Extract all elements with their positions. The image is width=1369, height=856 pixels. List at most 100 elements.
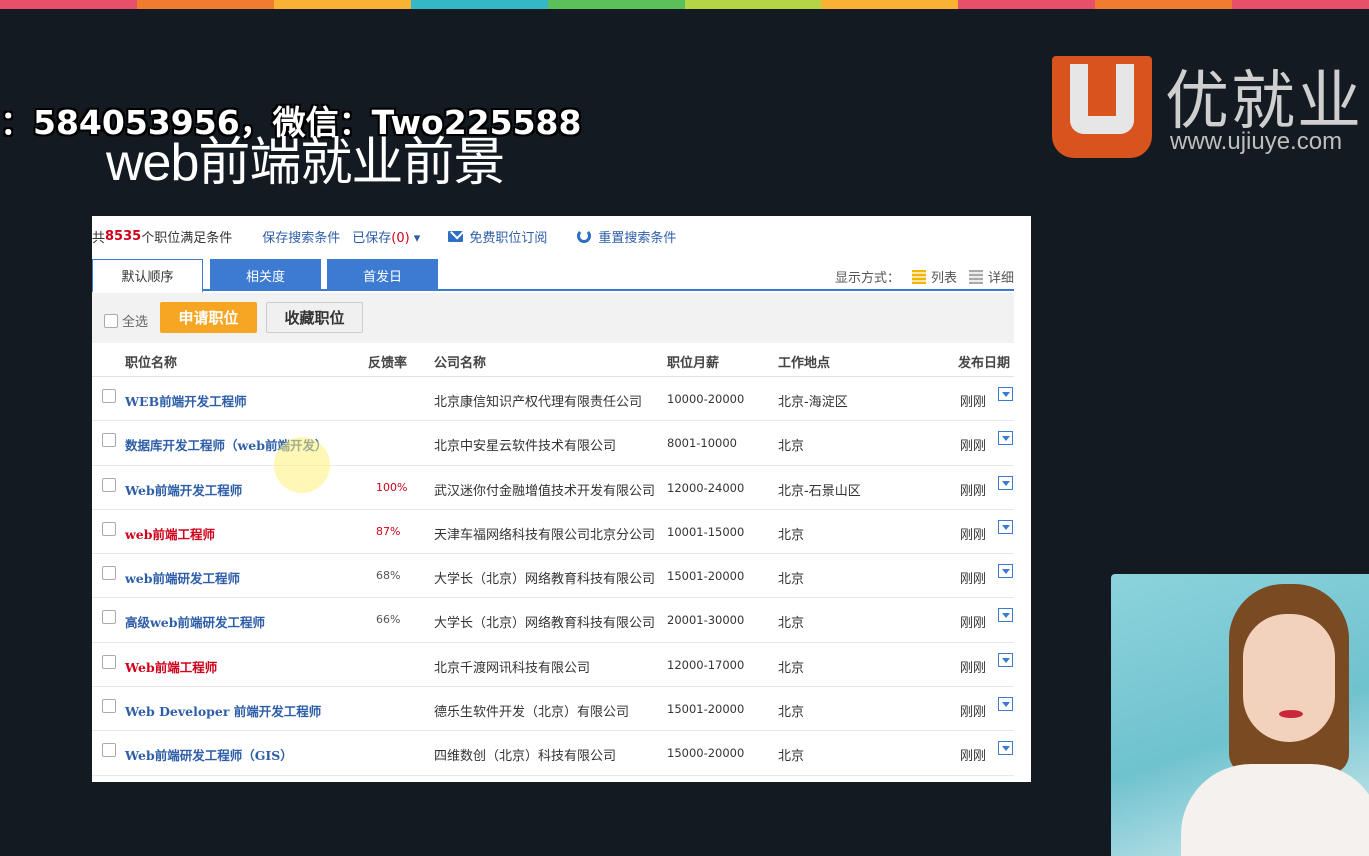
saved-label: 已保存: [352, 230, 392, 246]
row-checkbox[interactable]: [102, 699, 116, 714]
row-checkbox[interactable]: [102, 477, 116, 492]
col-date: 发布日期: [958, 356, 1011, 371]
job-title-link[interactable]: 高级web前端研发工程师: [125, 612, 265, 631]
publish-date: 刚刚: [960, 439, 987, 455]
job-title-link[interactable]: WEB前端开发工程师: [125, 391, 247, 410]
col-title: 职位名称: [125, 356, 178, 371]
row-expand-icon[interactable]: [998, 608, 1013, 623]
row-checkbox[interactable]: [102, 743, 116, 758]
company-name[interactable]: 武汉迷你付金融增值技术开发有限公司: [434, 480, 655, 499]
table-row: Web Developer 前端开发工程师 德乐生软件开发（北京）有限公司 1500…: [92, 687, 1014, 732]
row-expand-icon[interactable]: [998, 697, 1013, 712]
location: 北京: [778, 616, 805, 632]
salary: 12000-24000: [667, 480, 745, 495]
row-expand-icon[interactable]: [998, 475, 1013, 490]
mouse-cursor-highlight: [274, 437, 330, 493]
list-view-option[interactable]: 列表: [931, 267, 957, 286]
row-expand-icon[interactable]: [998, 387, 1013, 401]
table-row: 数据库开发工程师（web前端开发） 北京中安星云软件技术有限公司 8001-1000…: [92, 421, 1014, 466]
strip-segment: [1095, 0, 1233, 9]
job-title-link[interactable]: web前端工程师: [125, 524, 215, 543]
slide-title: web前端就业前景: [106, 134, 505, 192]
location: 北京: [778, 572, 805, 588]
table-row: web前端工程师 87% 天津车福网络科技有限公司北京分公司 10001-15000 北…: [92, 510, 1014, 555]
location: 北京: [778, 660, 805, 676]
salary: 15000-20000: [667, 746, 745, 761]
save-search-link[interactable]: 保存搜索条件: [262, 227, 340, 246]
display-mode-label: 显示方式：: [834, 271, 900, 286]
row-expand-icon[interactable]: [998, 431, 1013, 446]
row-expand-icon[interactable]: [998, 741, 1013, 756]
list-view-icon[interactable]: [911, 269, 926, 284]
tab-publish-date[interactable]: 首发日: [327, 259, 438, 291]
tab-relevance[interactable]: 相关度: [210, 259, 321, 291]
presenter-webcam: [1111, 574, 1369, 856]
select-all-checkbox[interactable]: 全选: [104, 311, 148, 330]
select-all-label: 全选: [122, 315, 149, 330]
location: 北京: [778, 439, 805, 455]
company-name[interactable]: 四维数创（北京）科技有限公司: [434, 745, 616, 764]
row-checkbox[interactable]: [102, 433, 116, 448]
favorite-button[interactable]: 收藏职位: [266, 302, 363, 333]
row-checkbox[interactable]: [102, 521, 116, 536]
row-expand-icon[interactable]: [998, 564, 1013, 579]
detail-view-icon[interactable]: [968, 269, 983, 284]
action-bar: 全选 申请职位 收藏职位: [92, 293, 1014, 343]
reset-search-link[interactable]: 重置搜索条件: [567, 227, 676, 246]
apply-button[interactable]: 申请职位: [160, 302, 257, 333]
job-title-link[interactable]: web前端研发工程师: [125, 568, 240, 587]
table-row: Web前端开发工程师 100% 武汉迷你付金融增值技术开发有限公司 12000-240…: [92, 466, 1014, 510]
location: 北京-石景山区: [778, 483, 861, 499]
brand-url: www.ujiuye.com: [1170, 128, 1343, 155]
saved-searches-dropdown[interactable]: 已保存(0) ▾: [352, 227, 420, 246]
checkbox[interactable]: [104, 313, 118, 328]
company-name[interactable]: 北京中安星云软件技术有限公司: [434, 435, 616, 454]
row-expand-icon[interactable]: [998, 519, 1013, 534]
col-company: 公司名称: [434, 356, 487, 371]
job-search-panel: 共 8535 个职位满足条件 保存搜索条件 已保存(0) ▾ 免费职位订阅 重置…: [92, 216, 1031, 782]
row-checkbox[interactable]: [102, 610, 116, 625]
location: 北京: [778, 705, 805, 721]
detail-view-option[interactable]: 详细: [988, 267, 1014, 286]
location: 北京-海淀区: [778, 395, 848, 410]
table-row: Web前端研发工程师（GIS） 四维数创（北京）科技有限公司 15000-20000…: [92, 731, 1014, 776]
company-name[interactable]: 德乐生软件开发（北京）有限公司: [434, 701, 629, 720]
row-expand-icon[interactable]: [998, 652, 1013, 667]
caret-down-icon: ▾: [409, 230, 421, 246]
publish-date: 刚刚: [960, 483, 987, 499]
subscribe-link[interactable]: 免费职位订阅: [448, 227, 547, 246]
salary: 10000-20000: [667, 392, 745, 406]
tab-default-order[interactable]: 默认顺序: [92, 259, 203, 293]
feedback-rate: 68%: [376, 569, 401, 583]
feedback-rate: 100%: [376, 480, 408, 494]
col-location: 工作地点: [778, 356, 831, 371]
table-row: 高级web前端研发工程师 66% 大学长（北京）网络教育科技有限公司 20001-30…: [92, 598, 1014, 643]
publish-date: 刚刚: [960, 705, 987, 721]
strip-segment: [410, 0, 548, 9]
summary-suffix: 个职位满足条件: [141, 230, 233, 246]
salary: 15001-20000: [667, 569, 745, 584]
company-name[interactable]: 天津车福网络科技有限公司北京分公司: [434, 524, 655, 543]
job-title-link[interactable]: Web前端开发工程师: [125, 480, 242, 499]
display-mode: 显示方式： 列表 详细: [835, 267, 1014, 286]
job-title-link[interactable]: Web前端工程师: [125, 657, 217, 676]
company-name[interactable]: 北京康信知识产权代理有限责任公司: [434, 391, 642, 410]
brand-logo-icon: [1052, 56, 1152, 158]
strip-segment: [136, 0, 274, 9]
company-name[interactable]: 大学长（北京）网络教育科技有限公司: [434, 612, 655, 631]
company-name[interactable]: 大学长（北京）网络教育科技有限公司: [434, 568, 655, 587]
search-summary: 共 8535 个职位满足条件 保存搜索条件 已保存(0) ▾ 免费职位订阅 重置…: [92, 226, 676, 246]
table-row: Web前端工程师 北京千渡网讯科技有限公司 12000-17000 北京 刚刚: [92, 643, 1014, 688]
row-checkbox[interactable]: [102, 566, 116, 581]
company-name[interactable]: 北京千渡网讯科技有限公司: [434, 657, 590, 676]
table-row: WEB前端开发工程师 北京康信知识产权代理有限责任公司 10000-20000 北京-…: [92, 377, 1014, 422]
salary: 20001-30000: [667, 613, 745, 628]
job-list: WEB前端开发工程师 北京康信知识产权代理有限责任公司 10000-20000 北京-…: [92, 377, 1014, 776]
job-title-link[interactable]: Web Developer 前端开发工程师: [125, 701, 321, 720]
feedback-rate: 87%: [376, 524, 401, 538]
result-count: 8535: [105, 228, 142, 244]
mail-icon: [448, 230, 464, 242]
row-checkbox[interactable]: [102, 654, 116, 669]
job-title-link[interactable]: Web前端研发工程师（GIS）: [125, 745, 293, 764]
row-checkbox[interactable]: [102, 389, 116, 403]
